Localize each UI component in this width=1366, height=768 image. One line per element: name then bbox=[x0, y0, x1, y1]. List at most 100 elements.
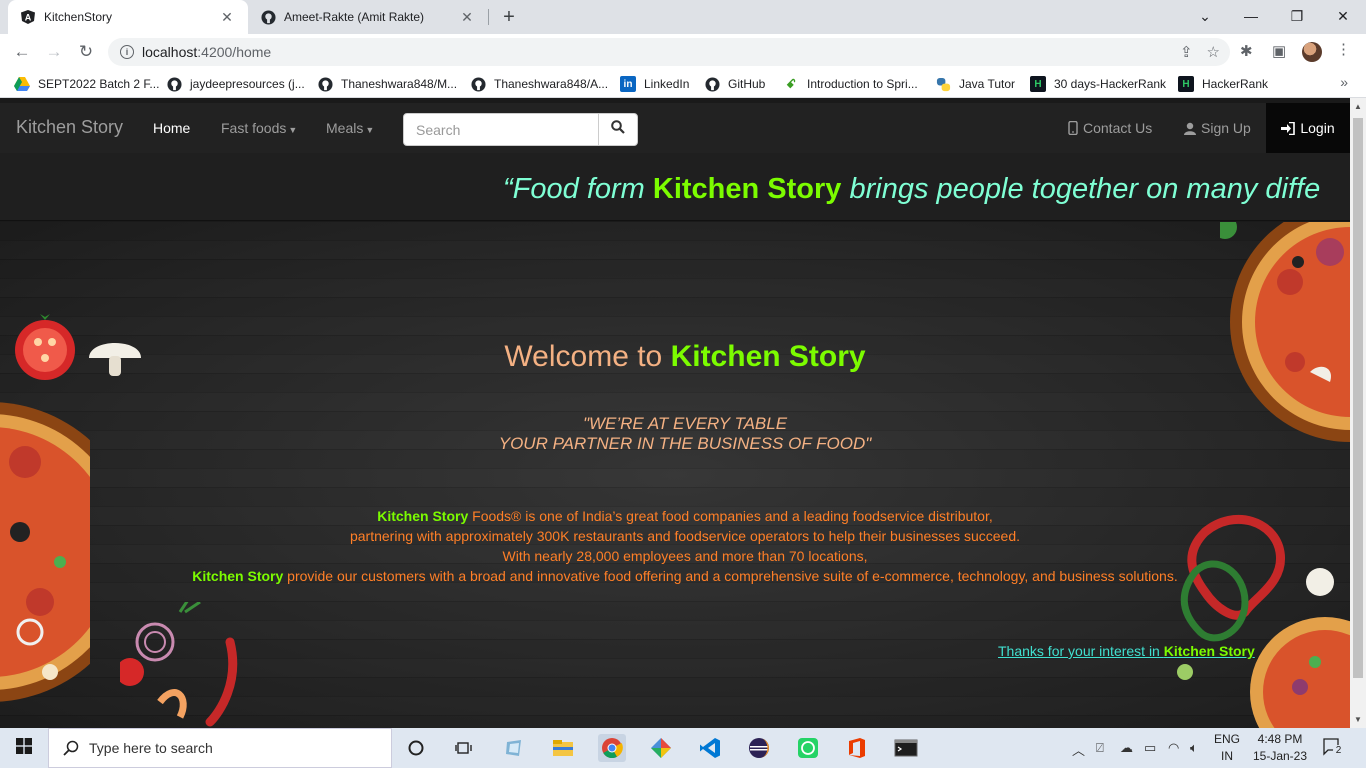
profile-avatar[interactable] bbox=[1302, 42, 1322, 62]
nav-fast-foods[interactable]: Fast foods ▼ bbox=[221, 120, 297, 136]
sourcetree-icon[interactable] bbox=[647, 734, 675, 762]
hackerrank-icon: H bbox=[1030, 76, 1046, 92]
welcome-heading: Welcome to Kitchen Story bbox=[0, 340, 1350, 374]
bookmark-item[interactable]: in LinkedIn bbox=[620, 76, 689, 92]
bookmark-item[interactable]: Thaneshwara848/M... bbox=[317, 76, 457, 92]
extensions-puzzle-icon[interactable]: ✱ bbox=[1240, 42, 1253, 60]
back-button[interactable]: ← bbox=[10, 40, 34, 64]
search-button[interactable] bbox=[598, 113, 638, 146]
url-path: :4200/home bbox=[197, 44, 272, 60]
notification-center-button[interactable]: 2 bbox=[1322, 738, 1344, 758]
taskbar-search-placeholder: Type here to search bbox=[89, 740, 213, 756]
share-icon[interactable]: ⇪ bbox=[1180, 43, 1193, 61]
nav-meals[interactable]: Meals ▼ bbox=[326, 120, 374, 136]
angular-icon: A bbox=[20, 9, 36, 25]
nav-contact-us[interactable]: Contact Us bbox=[1068, 120, 1152, 136]
windows-taskbar: Type here to search ︿ ⍁ ☁ ▭ ◠ 🔈︎ ENG IN … bbox=[0, 728, 1366, 768]
whatsapp-icon[interactable] bbox=[794, 734, 822, 762]
bookmark-item[interactable]: SEPT2022 Batch 2 F... bbox=[14, 76, 159, 92]
linkedin-icon: in bbox=[620, 76, 636, 92]
onedrive-cloud-icon[interactable]: ☁ bbox=[1120, 740, 1133, 756]
minimize-button[interactable]: — bbox=[1228, 5, 1274, 27]
bookmark-item[interactable]: H HackerRank bbox=[1178, 76, 1268, 92]
tagline-line-2: YOUR PARTNER IN THE BUSINESS OF FOOD" bbox=[498, 434, 872, 453]
search-input[interactable]: Search bbox=[403, 113, 599, 146]
eclipse-icon[interactable] bbox=[745, 734, 773, 762]
nav-fast-foods-label: Fast foods bbox=[221, 120, 287, 136]
phone-icon bbox=[1068, 121, 1078, 135]
tab-github[interactable]: Ameet-Rakte (Amit Rakte) ✕ bbox=[248, 0, 488, 34]
new-tab-button[interactable]: + bbox=[498, 6, 520, 28]
site-brand[interactable]: Kitchen Story bbox=[16, 117, 123, 138]
marquee-post: brings people together on many diffe bbox=[841, 173, 1321, 205]
tab-title: KitchenStory bbox=[44, 10, 113, 24]
forward-button[interactable]: → bbox=[42, 40, 66, 64]
bookmark-label: GitHub bbox=[728, 77, 766, 91]
desc-line-1-text: Foods® is one of India’s great food comp… bbox=[468, 508, 993, 524]
taskbar-search-input[interactable]: Type here to search bbox=[48, 728, 392, 768]
start-button[interactable] bbox=[0, 728, 48, 768]
bookmark-label: LinkedIn bbox=[644, 77, 690, 91]
close-icon[interactable]: ✕ bbox=[458, 9, 476, 26]
terminal-icon[interactable] bbox=[892, 734, 920, 762]
bookmark-label: HackerRank bbox=[1202, 77, 1269, 91]
office-icon[interactable] bbox=[843, 734, 871, 762]
bookmark-item[interactable]: jaydeepresources (j... bbox=[166, 76, 305, 92]
site-info-icon[interactable]: i bbox=[120, 45, 134, 59]
file-explorer-icon[interactable] bbox=[549, 734, 577, 762]
nav-home[interactable]: Home bbox=[153, 120, 190, 136]
address-bar[interactable]: i localhost:4200/home ⇪ ☆ bbox=[108, 38, 1230, 66]
nav-login[interactable]: Login bbox=[1266, 103, 1350, 153]
tagline: "WE’RE AT EVERY TABLE YOUR PARTNER IN TH… bbox=[0, 414, 1350, 454]
cortana-icon[interactable] bbox=[402, 734, 430, 762]
bookmark-item[interactable]: H 30 days-HackerRank bbox=[1030, 76, 1166, 92]
page-scrollbar[interactable]: ▲ ▼ bbox=[1350, 98, 1366, 728]
task-view-icon[interactable] bbox=[450, 734, 478, 762]
chrome-icon[interactable] bbox=[598, 734, 626, 762]
page-viewport: Kitchen Story Home Fast foods ▼ Meals ▼ Se… bbox=[0, 98, 1350, 728]
nav-sign-up[interactable]: Sign Up bbox=[1184, 120, 1251, 136]
tab-kitchenstory[interactable]: A KitchenStory ✕ bbox=[8, 0, 248, 34]
desc-brand: Kitchen Story bbox=[377, 508, 469, 524]
browser-toolbar: ← → ↻ i localhost:4200/home ⇪ ☆ ✱ ▣ ⋮ bbox=[0, 34, 1366, 70]
maximize-button[interactable]: ❐ bbox=[1274, 5, 1320, 27]
app-icon[interactable] bbox=[500, 734, 528, 762]
thanks-link[interactable]: Thanks for your interest in Kitchen Stor… bbox=[998, 643, 1255, 659]
thanks-pre: Thanks for your interest in bbox=[998, 643, 1164, 659]
bookmark-item[interactable]: GitHub bbox=[704, 76, 765, 92]
vscode-icon[interactable] bbox=[696, 734, 724, 762]
wifi-icon[interactable]: ◠ bbox=[1168, 740, 1179, 756]
hackerrank-icon: H bbox=[1178, 76, 1194, 92]
volume-icon[interactable]: 🔈︎ bbox=[1190, 740, 1198, 756]
battery-icon[interactable]: ▭ bbox=[1144, 740, 1156, 756]
bookmark-item[interactable]: ꗃ Introduction to Spri... bbox=[783, 76, 918, 92]
bookmark-label: Java Tutor bbox=[959, 77, 1016, 91]
scrollbar-thumb[interactable] bbox=[1353, 118, 1363, 678]
bookmark-item[interactable]: Thaneshwara848/A... bbox=[470, 76, 608, 92]
bookmark-label: SEPT2022 Batch 2 F... bbox=[38, 77, 160, 91]
menu-kebab-icon[interactable]: ⋮ bbox=[1336, 40, 1351, 58]
bookmark-label: Thaneshwara848/M... bbox=[341, 77, 458, 91]
tab-search-chevron-icon[interactable]: ⌄ bbox=[1182, 5, 1228, 27]
system-clock[interactable]: 4:48 PM 15-Jan-23 bbox=[1252, 731, 1308, 765]
reload-button[interactable]: ↻ bbox=[74, 40, 98, 64]
bookmark-item[interactable]: Java Tutor bbox=[935, 76, 1015, 92]
bookmark-star-icon[interactable]: ☆ bbox=[1207, 43, 1220, 61]
side-panel-icon[interactable]: ▣ bbox=[1272, 42, 1286, 60]
more-bookmarks-chevron-icon[interactable]: » bbox=[1340, 74, 1348, 90]
close-window-button[interactable]: ✕ bbox=[1320, 5, 1366, 27]
usb-device-icon[interactable]: ⍁ bbox=[1096, 740, 1104, 756]
nav-signup-label: Sign Up bbox=[1201, 120, 1251, 136]
language-indicator[interactable]: ENG IN bbox=[1214, 731, 1240, 765]
scroll-down-arrow-icon[interactable]: ▼ bbox=[1354, 715, 1362, 724]
bookmark-label: jaydeepresources (j... bbox=[190, 77, 305, 91]
tab-title: Ameet-Rakte (Amit Rakte) bbox=[284, 10, 425, 24]
search-placeholder: Search bbox=[416, 121, 461, 138]
show-hidden-icons-chevron-icon[interactable]: ︿ bbox=[1072, 740, 1085, 759]
close-icon[interactable]: ✕ bbox=[218, 9, 236, 26]
user-icon bbox=[1184, 122, 1196, 135]
company-description: Kitchen Story Foods® is one of India’s g… bbox=[0, 506, 1350, 586]
github-icon bbox=[317, 76, 333, 92]
scroll-up-arrow-icon[interactable]: ▲ bbox=[1354, 102, 1362, 111]
search-icon bbox=[63, 740, 79, 756]
